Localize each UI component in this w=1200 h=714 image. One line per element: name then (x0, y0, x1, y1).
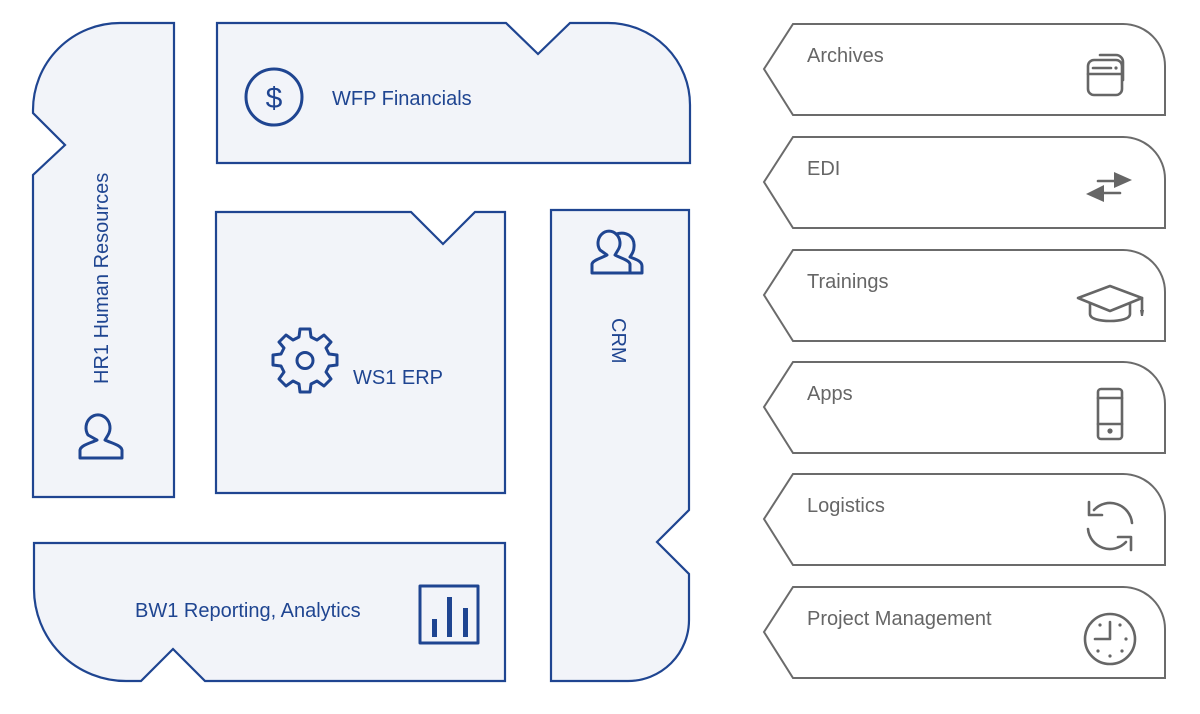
module-hr-label: HR1 Human Resources (91, 173, 113, 384)
service-tab-label: Logistics (807, 495, 885, 517)
module-reporting-label: BW1 Reporting, Analytics (135, 600, 361, 622)
service-tab-logistics[interactable]: Logistics (762, 473, 1166, 566)
service-tab-archives[interactable]: Archives (762, 23, 1166, 116)
module-crm-label: CRM (607, 318, 629, 364)
service-tab-edi[interactable]: EDI (762, 136, 1166, 229)
service-tab-apps[interactable]: Apps (762, 361, 1166, 454)
module-financials-label: WFP Financials (332, 88, 472, 110)
service-tab-label: EDI (807, 158, 840, 180)
service-tab-shape (762, 23, 1166, 116)
module-hr[interactable]: HR1 Human Resources (31, 21, 176, 499)
service-tab-label: Trainings (807, 271, 889, 293)
module-crm-shape (549, 208, 691, 683)
module-erp-shape (214, 210, 507, 495)
module-crm[interactable]: CRM (549, 208, 691, 683)
module-erp-label: WS1 ERP (353, 367, 443, 389)
service-tab-shape (762, 473, 1166, 566)
service-tab-shape (762, 249, 1166, 342)
service-tab-label: Archives (807, 45, 884, 67)
module-erp[interactable]: WS1 ERP (214, 210, 507, 495)
service-tab-trainings[interactable]: Trainings (762, 249, 1166, 342)
service-tab-label: Apps (807, 383, 853, 405)
service-tab-label: Project Management (807, 608, 992, 630)
service-tab-project-management[interactable]: Project Management (762, 586, 1166, 679)
svg-text:$: $ (266, 82, 283, 115)
module-financials[interactable]: $ WFP Financials (215, 21, 692, 165)
module-reporting[interactable]: BW1 Reporting, Analytics (32, 541, 507, 683)
service-tab-shape (762, 136, 1166, 229)
module-diagram: HR1 Human Resources $ WFP Financials WS1… (31, 21, 1166, 683)
